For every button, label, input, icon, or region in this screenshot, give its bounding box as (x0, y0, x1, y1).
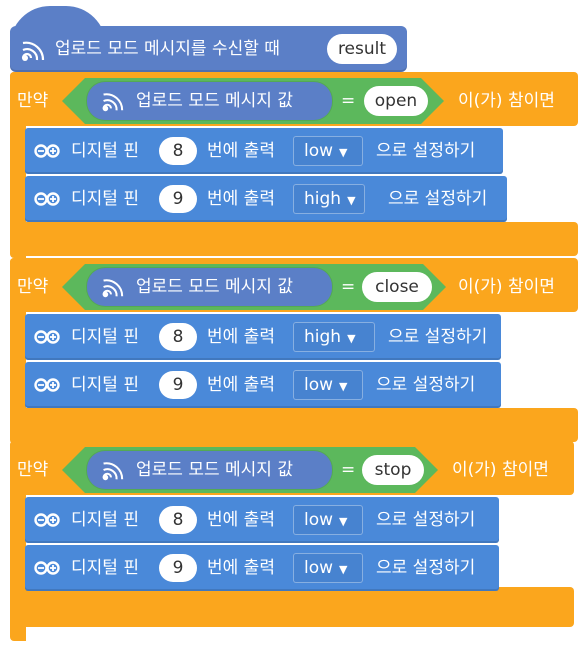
pin-number-input[interactable]: 8 (159, 506, 197, 534)
arduino-infinity-icon (34, 378, 60, 392)
level-dropdown[interactable]: low ▼ (293, 136, 363, 166)
caret-down-icon: ▼ (339, 380, 348, 393)
pin-block-label: 디지털 핀 (71, 558, 139, 578)
hat-param-result[interactable]: result (327, 34, 397, 64)
arduino-infinity-icon (34, 192, 60, 206)
compare-value-input[interactable]: open (364, 86, 428, 116)
equals-operator: = (341, 277, 356, 297)
pin-number-input[interactable]: 8 (159, 323, 197, 351)
level-dropdown[interactable]: high ▼ (293, 322, 375, 352)
level-dropdown[interactable]: low ▼ (293, 553, 363, 583)
pin-output-label: 번에 출력 (207, 327, 275, 347)
hat-label: 업로드 모드 메시지를 수신할 때 (55, 39, 280, 59)
if-block-1-bottom (10, 222, 578, 256)
pin-block-label: 디지털 핀 (71, 510, 139, 530)
pin-set-label: 으로 설정하기 (376, 510, 476, 530)
pin-block-label: 디지털 핀 (71, 189, 139, 209)
pin-set-label: 으로 설정하기 (388, 189, 488, 209)
pin-number-input[interactable]: 8 (159, 137, 197, 165)
pin-number-input[interactable]: 9 (159, 185, 197, 213)
if-block-2-bottom (10, 408, 578, 442)
arduino-infinity-icon (34, 513, 60, 527)
pin-output-label: 번에 출력 (207, 558, 275, 578)
pin-set-label: 으로 설정하기 (376, 558, 476, 578)
arduino-infinity-icon (34, 330, 60, 344)
if-suffix-label: 이(가) 참이면 (452, 460, 549, 480)
compare-value-input[interactable]: close (362, 272, 432, 302)
pin-block-label: 디지털 핀 (71, 327, 139, 347)
level-dropdown[interactable]: high ▼ (293, 184, 365, 214)
equals-operator: = (341, 460, 356, 480)
if-prefix-label: 만약 (17, 277, 49, 297)
caret-down-icon: ▼ (339, 146, 348, 159)
upload-signal-icon (102, 462, 124, 481)
pin-block-label: 디지털 핀 (71, 375, 139, 395)
upload-signal-icon (102, 93, 124, 112)
pin-number-input[interactable]: 9 (159, 371, 197, 399)
pin-output-label: 번에 출력 (207, 141, 275, 161)
level-value: low (304, 375, 334, 395)
level-value: low (304, 510, 334, 530)
upload-signal-icon (21, 41, 45, 61)
level-dropdown[interactable]: low ▼ (293, 370, 363, 400)
level-dropdown[interactable]: low ▼ (293, 505, 363, 535)
arduino-infinity-icon (34, 561, 60, 575)
if-prefix-label: 만약 (17, 460, 49, 480)
equals-operator: = (341, 91, 356, 111)
pin-output-label: 번에 출력 (207, 510, 275, 530)
pin-set-label: 으로 설정하기 (376, 375, 476, 395)
if-suffix-label: 이(가) 참이면 (458, 91, 555, 111)
upload-signal-icon (102, 279, 124, 298)
caret-down-icon: ▼ (347, 332, 356, 345)
pin-output-label: 번에 출력 (207, 189, 275, 209)
caret-down-icon: ▼ (339, 563, 348, 576)
pin-block-label: 디지털 핀 (71, 141, 139, 161)
level-value: low (304, 141, 334, 161)
level-value: high (304, 327, 342, 347)
reporter-label: 업로드 모드 메시지 값 (136, 277, 293, 297)
caret-down-icon: ▼ (339, 515, 348, 528)
reporter-label: 업로드 모드 메시지 값 (136, 91, 293, 111)
pin-output-label: 번에 출력 (207, 375, 275, 395)
if-prefix-label: 만약 (17, 91, 49, 111)
pin-set-label: 으로 설정하기 (376, 141, 476, 161)
arduino-infinity-icon (34, 144, 60, 158)
reporter-label: 업로드 모드 메시지 값 (136, 460, 293, 480)
pin-number-input[interactable]: 9 (159, 554, 197, 582)
level-value: high (304, 189, 342, 209)
pin-set-label: 으로 설정하기 (388, 327, 488, 347)
level-value: low (304, 558, 334, 578)
caret-down-icon: ▼ (347, 194, 356, 207)
compare-value-input[interactable]: stop (362, 455, 424, 485)
if-suffix-label: 이(가) 참이면 (458, 277, 555, 297)
if-block-3-bottom (10, 587, 574, 627)
